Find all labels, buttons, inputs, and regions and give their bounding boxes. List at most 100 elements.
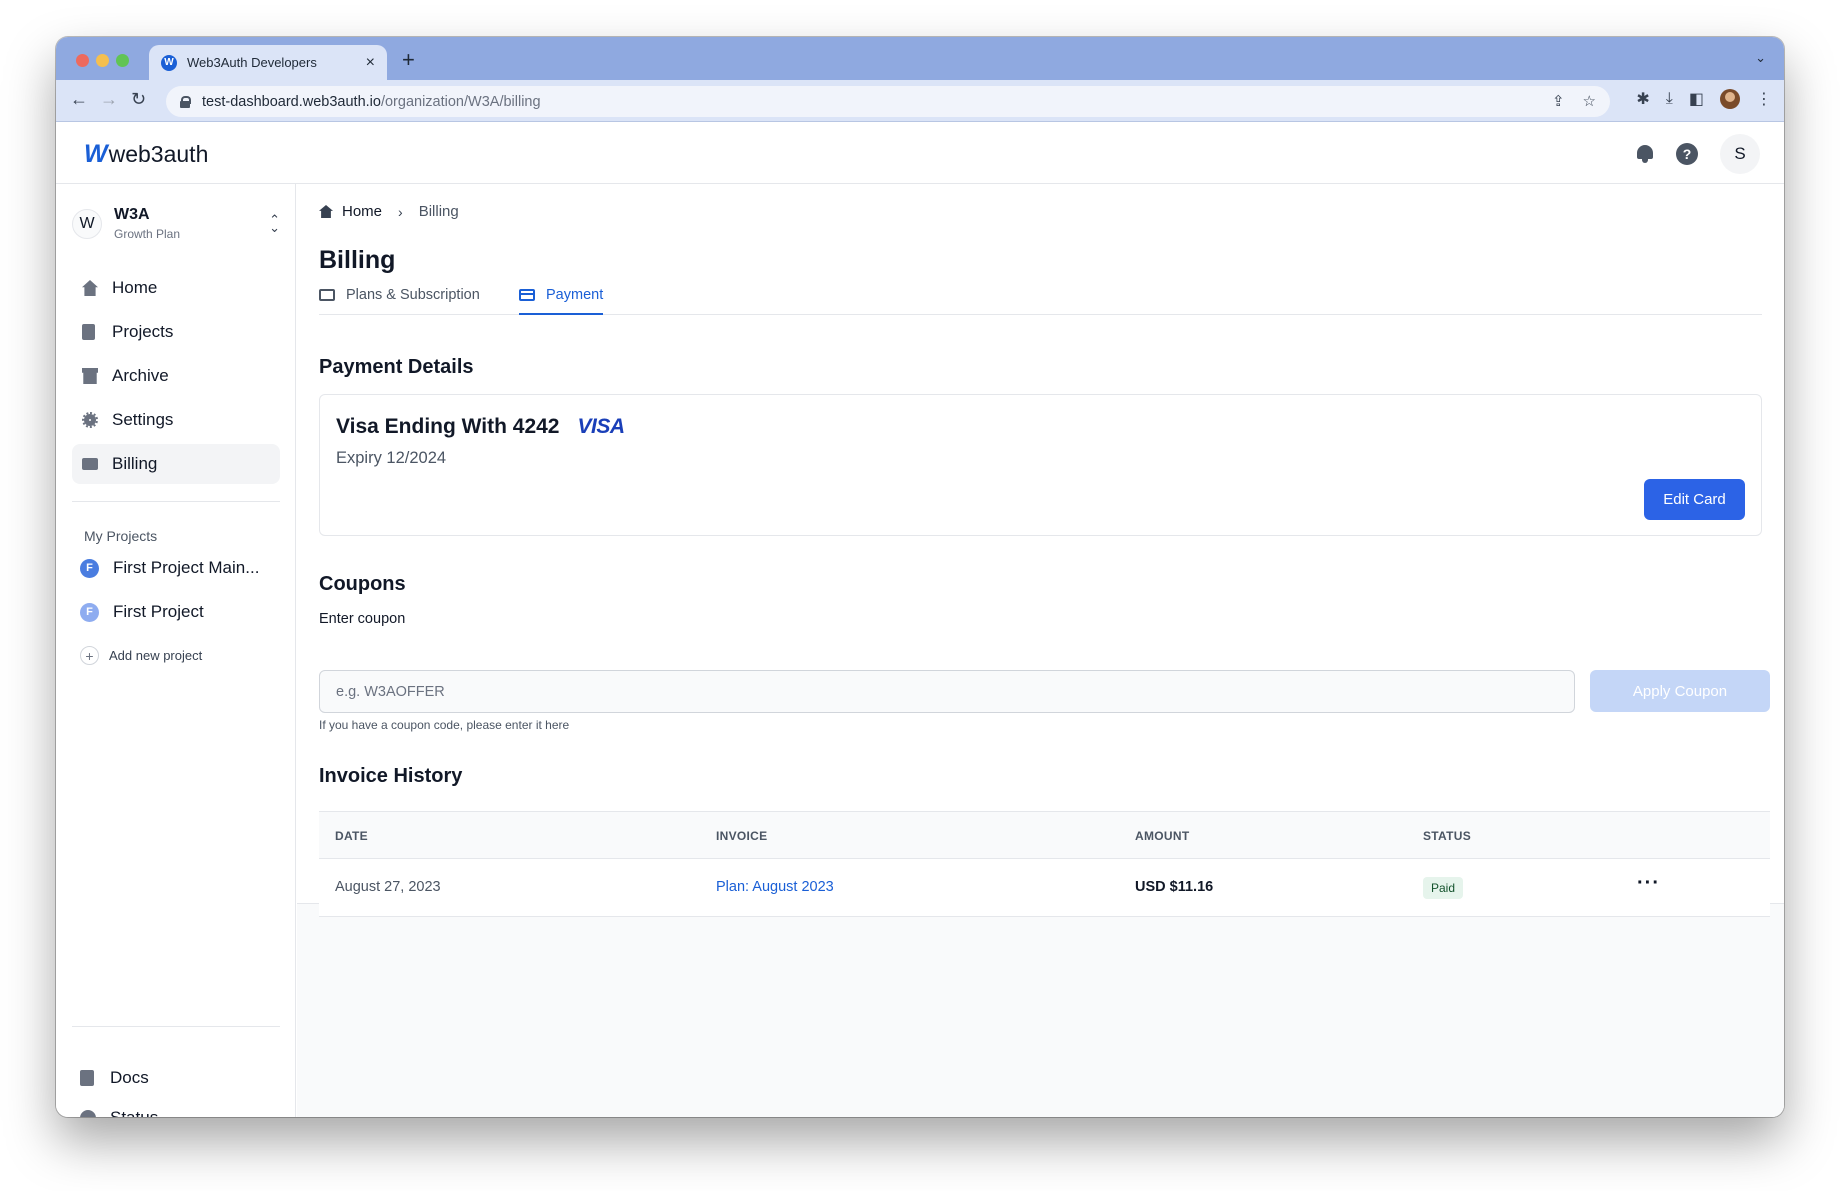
browser-tabstrip: W Web3Auth Developers × + ⌄ [56,37,1784,80]
billing-panel: Home › Billing Billing Plans & Subscript… [297,184,1784,917]
tab-search-chevron-icon[interactable]: ⌄ [1755,50,1766,66]
logo-mark-icon: W [84,140,108,168]
card-title: Visa Ending With 4242 [336,415,560,438]
sidebar-item-settings[interactable]: Settings [72,400,280,440]
invoice-date: August 27, 2023 [335,879,441,895]
tab-label: Payment [546,287,604,303]
logo-text: web3auth [108,141,209,167]
sidebar: W W3A Growth Plan ⌃ ⌄ Home Projects Arch… [56,184,296,1117]
browser-menu-icon[interactable]: ⋮ [1756,89,1772,109]
breadcrumb-current: Billing [418,203,459,220]
back-arrow-icon[interactable]: ← [70,89,88,110]
sidebar-item-status[interactable]: Status [80,1108,158,1117]
plus-icon: + [80,646,99,665]
status-badge: Paid [1423,877,1464,899]
sidebar-item-archive[interactable]: Archive [72,356,280,396]
column-header-status: STATUS [1423,829,1472,843]
browser-toolbar: ← → ↻ test-dashboard.web3auth.io/organiz… [56,80,1784,122]
edit-card-button[interactable]: Edit Card [1644,479,1745,520]
bookmark-star-icon[interactable]: ☆ [1583,92,1596,110]
sidebar-divider [72,1026,280,1027]
org-plan: Growth Plan [114,227,181,241]
browser-tab[interactable]: W Web3Auth Developers × [149,45,387,80]
table-row: August 27, 2023 Plan: August 2023 USD $1… [319,859,1770,917]
column-header-invoice: INVOICE [716,829,768,843]
user-avatar[interactable]: S [1720,134,1760,174]
column-header-amount: AMOUNT [1135,829,1190,843]
window-zoom-button[interactable] [116,54,129,67]
window-close-button[interactable] [76,54,89,67]
sidebar-project-item[interactable]: F First Project [80,602,280,622]
sidebar-item-label: Settings [112,410,174,429]
credit-card-icon [82,458,98,470]
tab-label: Plans & Subscription [346,287,480,303]
download-icon[interactable]: ⤓ [1666,90,1673,108]
check-circle-icon [80,1110,96,1117]
new-tab-button[interactable]: + [402,47,415,73]
org-switcher[interactable]: W W3A Growth Plan ⌃ ⌄ [72,206,280,241]
breadcrumb-home[interactable]: Home [342,203,382,220]
project-badge: F [80,602,99,622]
add-project-button[interactable]: + Add new project [80,646,202,665]
add-project-label: Add new project [109,648,203,663]
tab-favicon-icon: W [161,54,177,71]
tab-close-icon[interactable]: × [366,54,375,72]
sidebar-item-label: Archive [112,366,169,385]
side-panel-icon[interactable]: ◧ [1689,89,1704,109]
sidebar-item-label: Status [110,1108,158,1117]
sidebar-item-label: Billing [112,454,158,473]
sidebar-item-billing[interactable]: Billing [72,444,280,484]
help-icon[interactable]: ? [1676,143,1698,165]
project-name: First Project [113,602,204,621]
payment-details-heading: Payment Details [319,356,474,378]
breadcrumb: Home › Billing [319,203,459,220]
share-icon[interactable]: ⇪ [1552,92,1565,110]
coupon-input[interactable] [319,670,1575,713]
tab-plans-subscription[interactable]: Plans & Subscription [319,287,480,315]
chevron-right-icon: › [398,203,403,220]
lock-icon[interactable] [180,95,191,108]
invoice-link[interactable]: Plan: August 2023 [716,879,834,895]
column-header-date: DATE [335,829,368,843]
browser-window: W Web3Auth Developers × + ⌄ ← → ↻ test-d… [56,37,1784,1117]
invoice-table: DATE INVOICE AMOUNT STATUS August 27, 20… [319,811,1770,917]
sidebar-nav: Home Projects Archive Settings Billing [72,268,280,488]
reload-icon[interactable]: ↻ [131,89,146,110]
payment-card: Visa Ending With 4242 VISA Expiry 12/202… [319,394,1762,536]
billing-tabs: Plans & Subscription Payment [319,281,1762,315]
chevron-up-down-icon[interactable]: ⌃ ⌄ [269,213,280,234]
window-minimize-button[interactable] [96,54,109,67]
address-bar[interactable]: test-dashboard.web3auth.io/organization/… [166,86,1610,117]
invoice-amount: USD $11.16 [1135,879,1214,895]
web3auth-logo[interactable]: W web3auth [84,140,208,169]
app: W web3auth ? S W W3A Growth Plan ⌃ ⌄ Hom… [56,122,1784,1117]
project-badge: F [80,558,99,578]
sidebar-item-label: Home [112,278,158,297]
visa-logo-icon: VISA [577,415,625,438]
profile-avatar[interactable] [1720,89,1740,109]
card-expiry: Expiry 12/2024 [336,449,447,467]
coupon-hint: If you have a coupon code, please enter … [319,718,570,732]
main-content: Home › Billing Billing Plans & Subscript… [297,184,1784,1117]
home-icon [319,205,333,218]
coupons-heading: Coupons [319,573,406,595]
extensions-puzzle-icon[interactable]: ✱ [1636,89,1649,109]
apply-coupon-button[interactable]: Apply Coupon [1590,670,1770,712]
app-header: W web3auth ? S [56,122,1784,184]
more-options-icon[interactable]: ··· [1637,872,1660,895]
document-icon [82,324,95,340]
sidebar-project-item[interactable]: F First Project Main... [80,558,280,578]
bell-icon[interactable] [1636,144,1654,164]
gear-icon [82,412,98,428]
url-host: test-dashboard.web3auth.io [202,93,381,110]
sidebar-item-home[interactable]: Home [72,268,280,308]
sidebar-item-label: Projects [112,322,174,341]
document-icon [80,1070,94,1086]
credit-card-icon [519,289,535,301]
sidebar-item-docs[interactable]: Docs [80,1068,149,1088]
forward-arrow-icon[interactable]: → [100,89,118,110]
sidebar-item-projects[interactable]: Projects [72,312,280,352]
project-name: First Project Main... [113,558,260,577]
sidebar-divider [72,501,280,502]
tab-payment[interactable]: Payment [519,287,604,315]
